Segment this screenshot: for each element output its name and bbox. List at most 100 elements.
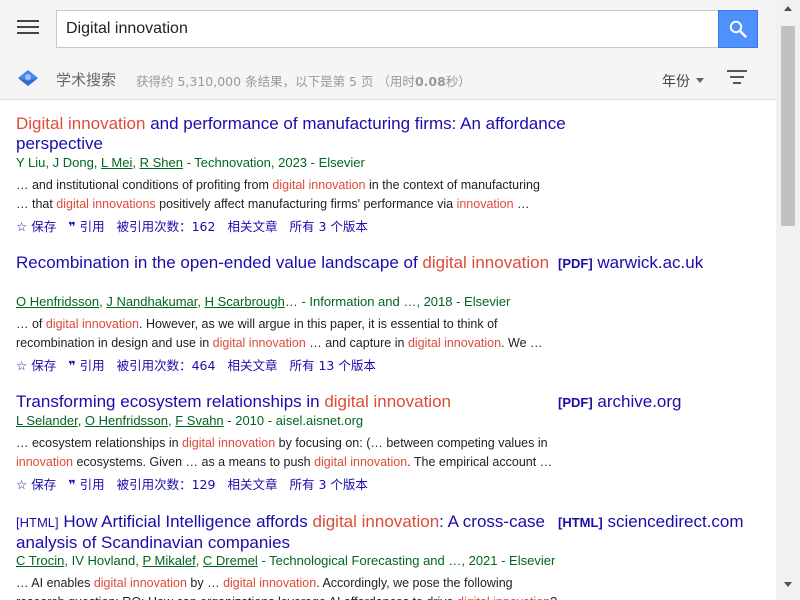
related-articles-link[interactable]: 相关文章	[227, 219, 277, 234]
year-filter-label: 年份	[662, 74, 690, 90]
result-snippet-line: innovation ecosystems. Given … as a mean…	[16, 453, 576, 472]
scroll-thumb[interactable]	[781, 26, 795, 226]
scholar-label[interactable]: 学术搜索	[56, 69, 116, 90]
cite-button[interactable]: ❞ 引用	[68, 219, 104, 234]
save-button[interactable]: ☆ 保存	[16, 358, 56, 373]
snippet-highlight: digital innovation	[272, 178, 366, 192]
title-text: Recombination in the open-ended value la…	[16, 253, 423, 272]
save-button[interactable]: ☆ 保存	[16, 219, 56, 234]
snippet-highlight: digital innovation	[45, 317, 139, 331]
source-text: ,	[195, 553, 203, 568]
all-versions-link[interactable]: 所有 13 个版本	[289, 358, 375, 373]
source-text: - Technovation, 2023 - Elsevier	[182, 155, 365, 170]
source-text: ,	[197, 294, 205, 309]
scroll-down-arrow-icon[interactable]	[784, 582, 792, 587]
author-link[interactable]: R Shen	[140, 155, 183, 170]
cited-by-link[interactable]: 被引用次数：162	[117, 219, 216, 234]
source-text: Y Liu, J Dong,	[16, 155, 102, 170]
snippet-text: …	[513, 197, 530, 211]
snippet-text: … and capture in	[305, 336, 408, 350]
source-text: ,	[132, 155, 140, 170]
author-link[interactable]: C Dremel	[203, 553, 258, 568]
scrollbar[interactable]	[776, 0, 800, 600]
snippet-text: ?	[550, 595, 557, 600]
filter-icon[interactable]	[727, 70, 747, 86]
snippet-text: ecosystems. Given … as a means to push	[73, 455, 315, 469]
year-filter-button[interactable]: 年份	[662, 71, 704, 91]
author-link[interactable]: P Mikalef	[142, 553, 195, 568]
snippet-text: . The empirical account …	[407, 455, 553, 469]
cited-by-link[interactable]: 被引用次数：464	[117, 358, 216, 373]
save-button[interactable]: ☆ 保存	[16, 477, 56, 492]
snippet-text: … AI enables	[16, 576, 94, 590]
result-snippet-line: … and institutional conditions of profit…	[16, 176, 576, 195]
star-icon: ☆	[16, 358, 28, 373]
snippet-text: … that	[16, 197, 57, 211]
snippet-text: in the context of manufacturing	[365, 178, 540, 192]
result-snippet-line: … that digital innovations positively af…	[16, 195, 576, 214]
title-text: Transforming ecosystem relationships in	[16, 392, 325, 411]
snippet-text: by focusing on: (… between competing val…	[275, 436, 548, 450]
cite-button[interactable]: ❞ 引用	[68, 358, 104, 373]
result-authors-source: O Henfridsson, J Nandhakumar, H Scarbrou…	[16, 294, 510, 309]
fulltext-type-tag: [PDF]	[558, 256, 593, 271]
snippet-text: . Accordingly, we pose the following	[316, 576, 513, 590]
snippet-text: … and institutional conditions of profit…	[16, 178, 273, 192]
result-stats: 获得约 5,310,000 条结果，以下是第 5 页 （用时0.08秒）	[136, 71, 471, 90]
author-link[interactable]: C Trocin	[16, 553, 64, 568]
author-link[interactable]: H Scarbrough	[205, 294, 285, 309]
search-icon	[729, 20, 747, 38]
result-authors-source: Y Liu, J Dong, L Mei, R Shen - Technovat…	[16, 155, 365, 170]
result-title-link[interactable]: Digital innovation and performance of ma…	[16, 114, 566, 154]
snippet-text: . We …	[501, 336, 543, 350]
menu-icon[interactable]	[17, 20, 39, 38]
snippet-highlight: innovation	[16, 455, 73, 469]
result-type-tag: [HTML]	[16, 515, 59, 530]
title-highlight: digital innovation	[422, 253, 550, 272]
source-text: , IV Hovland,	[64, 553, 143, 568]
fulltext-link[interactable]: [PDF] archive.org	[558, 392, 682, 412]
result-title-link[interactable]: Recombination in the open-ended value la…	[16, 253, 566, 273]
snippet-highlight: digital innovation	[314, 455, 408, 469]
snippet-highlight: digital innovations	[56, 197, 156, 211]
related-articles-link[interactable]: 相关文章	[227, 477, 277, 492]
snippet-highlight: digital innovation	[182, 436, 276, 450]
source-text: … - Information and …, 2018 - Elsevier	[284, 294, 511, 309]
snippet-highlight: digital innovation	[407, 336, 502, 350]
result-title-link[interactable]: [HTML] How Artificial Intelligence affor…	[16, 512, 566, 553]
scholar-logo-icon[interactable]	[17, 68, 39, 88]
snippet-highlight: innovation	[456, 197, 514, 211]
fulltext-domain: archive.org	[592, 392, 682, 411]
search-input[interactable]	[57, 11, 717, 47]
fulltext-link[interactable]: [HTML] sciencedirect.com	[558, 512, 744, 532]
result-snippet-line: research question: RQ: How can organizat…	[16, 593, 576, 600]
snippet-highlight: digital innovation	[223, 576, 317, 590]
author-link[interactable]: J Nandhakumar	[106, 294, 197, 309]
snippet-text: . However, as we will argue in this pape…	[139, 317, 498, 331]
result-actions: ☆ 保存 ❞ 引用 被引用次数：129 相关文章 所有 3 个版本	[16, 474, 380, 493]
related-articles-link[interactable]: 相关文章	[227, 358, 277, 373]
result-snippet-line: … AI enables digital innovation by … dig…	[16, 574, 576, 593]
save-label: 保存	[31, 477, 57, 492]
author-link[interactable]: O Henfridsson	[16, 294, 99, 309]
quote-icon: ❞	[68, 358, 76, 373]
cite-button[interactable]: ❞ 引用	[68, 477, 104, 492]
result-snippet-line: … ecosystem relationships in digital inn…	[16, 434, 576, 453]
all-versions-link[interactable]: 所有 3 个版本	[289, 219, 367, 234]
search-button[interactable]	[718, 10, 758, 48]
result-actions: ☆ 保存 ❞ 引用 被引用次数：464 相关文章 所有 13 个版本	[16, 355, 388, 374]
author-link[interactable]: L Mei	[101, 155, 132, 170]
scroll-up-arrow-icon[interactable]	[784, 6, 792, 11]
author-link[interactable]: O Henfridsson	[85, 413, 168, 428]
snippet-text: … ecosystem relationships in	[16, 436, 183, 450]
snippet-highlight: digital innovation	[457, 595, 550, 600]
cite-label: 引用	[79, 219, 105, 234]
author-link[interactable]: L Selander	[16, 413, 78, 428]
all-versions-link[interactable]: 所有 3 个版本	[289, 477, 367, 492]
result-title-link[interactable]: Transforming ecosystem relationships in …	[16, 392, 566, 412]
result-snippet-line: … of digital innovation. However, as we …	[16, 315, 576, 334]
cited-by-link[interactable]: 被引用次数：129	[117, 477, 216, 492]
author-link[interactable]: F Svahn	[175, 413, 223, 428]
quote-icon: ❞	[68, 219, 76, 234]
fulltext-link[interactable]: [PDF] warwick.ac.uk	[558, 253, 703, 273]
